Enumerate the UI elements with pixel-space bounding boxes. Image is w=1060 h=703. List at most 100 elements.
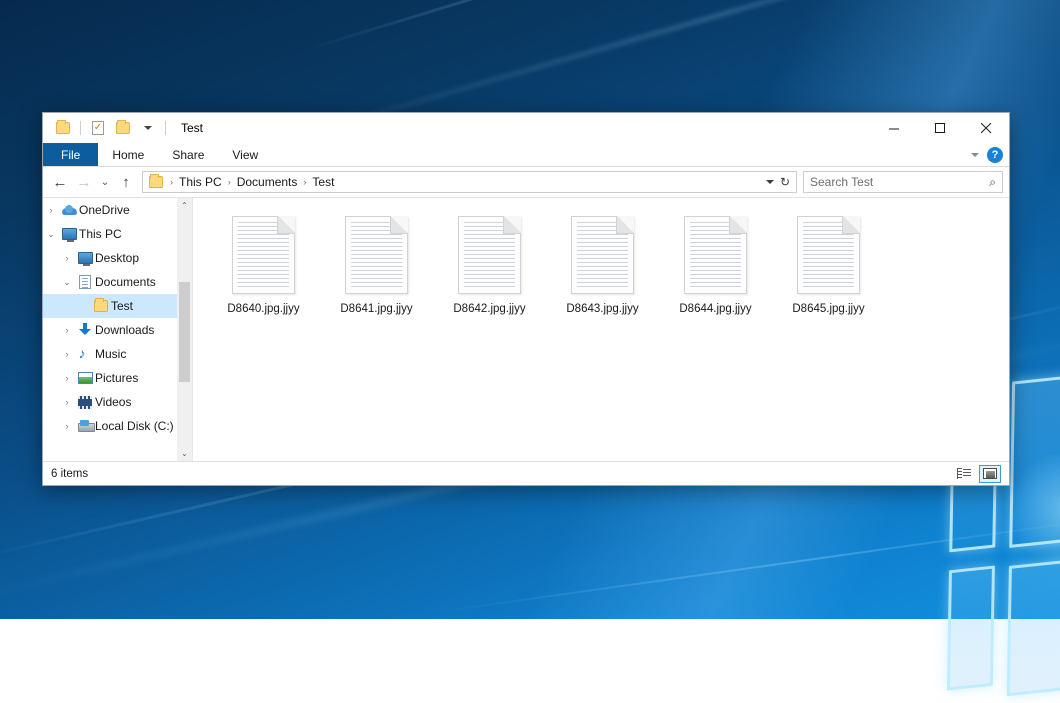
- sidebar-item-this-pc[interactable]: ⌄This PC: [43, 222, 192, 246]
- tab-home[interactable]: Home: [98, 143, 158, 166]
- help-button[interactable]: ?: [987, 147, 1003, 163]
- search-input[interactable]: [810, 175, 989, 189]
- search-icon: ⌕: [989, 175, 996, 190]
- sidebar-item-test[interactable]: Test: [43, 294, 192, 318]
- navigation-tree: ›OneDrive⌄This PC › Desktop ⌄ Documents Test ›…: [43, 198, 192, 438]
- scroll-down-arrow-icon[interactable]: ⌄: [177, 446, 192, 461]
- sidebar-item-label: Local Disk (C:): [95, 419, 174, 433]
- monitor-icon: [75, 252, 95, 264]
- sidebar-item-downloads[interactable]: › Downloads: [43, 318, 192, 342]
- window-controls: [871, 113, 1009, 143]
- expander-icon[interactable]: ›: [59, 397, 75, 407]
- file-item[interactable]: D8645.jpg.jjyy: [772, 212, 885, 315]
- expander-icon[interactable]: ⌄: [43, 229, 59, 240]
- disk-icon: [75, 420, 95, 432]
- file-grid: D8640.jpg.jjyy D8641.jpg.jjyy D8642.jpg.jj…: [207, 212, 1009, 315]
- sidebar-item-label: Downloads: [95, 323, 154, 337]
- sidebar-item-label: Documents: [95, 275, 156, 289]
- properties-icon[interactable]: ✓: [88, 118, 108, 138]
- windows-logo-pane: [1007, 556, 1060, 696]
- chevron-down-icon[interactable]: [138, 118, 158, 138]
- file-item[interactable]: D8641.jpg.jjyy: [320, 212, 433, 315]
- expander-icon[interactable]: ›: [59, 421, 75, 431]
- document-file-icon: [684, 216, 747, 294]
- breadcrumb-item-test[interactable]: Test: [309, 175, 337, 189]
- file-list-pane[interactable]: D8640.jpg.jjyy D8641.jpg.jjyy D8642.jpg.jj…: [193, 198, 1009, 461]
- title-bar: ✓ Test: [43, 113, 1009, 143]
- chevron-down-icon[interactable]: [971, 153, 979, 157]
- file-item[interactable]: D8640.jpg.jjyy: [207, 212, 320, 315]
- breadcrumb-item-this-pc[interactable]: This PC: [176, 175, 225, 189]
- large-icons-view-button[interactable]: [979, 465, 1001, 483]
- toolbar-separator: [80, 121, 81, 135]
- sidebar-item-onedrive[interactable]: ›OneDrive: [43, 198, 192, 222]
- file-item[interactable]: D8643.jpg.jjyy: [546, 212, 659, 315]
- sidebar-item-pictures[interactable]: › Pictures: [43, 366, 192, 390]
- sidebar-item-documents[interactable]: ⌄ Documents: [43, 270, 192, 294]
- folder-icon: [149, 176, 163, 188]
- breadcrumb-separator: ›: [227, 177, 232, 187]
- refresh-icon[interactable]: ↻: [780, 175, 790, 189]
- details-view-button[interactable]: [953, 465, 975, 483]
- windows-logo-pane: [1009, 372, 1060, 548]
- cloud-icon: [59, 205, 79, 215]
- file-item[interactable]: D8644.jpg.jjyy: [659, 212, 772, 315]
- windows-logo-pane: [947, 565, 995, 690]
- document-icon: [75, 275, 95, 289]
- status-bar: 6 items: [43, 461, 1009, 485]
- document-file-icon: [571, 216, 634, 294]
- tab-file[interactable]: File: [43, 143, 98, 166]
- expander-icon[interactable]: ›: [43, 205, 59, 215]
- file-item[interactable]: D8642.jpg.jjyy: [433, 212, 546, 315]
- ribbon-right-controls: ?: [971, 143, 1003, 167]
- minimize-button[interactable]: [871, 113, 917, 143]
- file-name-label: D8641.jpg.jjyy: [340, 303, 412, 315]
- scroll-up-arrow-icon[interactable]: ⌃: [177, 198, 192, 213]
- breadcrumb[interactable]: › This PC › Documents › Test ↻: [142, 171, 797, 193]
- recent-locations-button[interactable]: ⌄: [97, 171, 113, 193]
- sidebar-item-label: Test: [111, 299, 133, 313]
- view-mode-buttons: [953, 465, 1001, 483]
- chevron-down-icon[interactable]: [766, 180, 774, 184]
- sidebar-item-label: Desktop: [95, 251, 139, 265]
- sidebar-item-videos[interactable]: ›Videos: [43, 390, 192, 414]
- expander-icon[interactable]: ›: [59, 253, 75, 263]
- ribbon-tab-bar: File Home Share View ?: [43, 143, 1009, 167]
- maximize-button[interactable]: [917, 113, 963, 143]
- picture-icon: [75, 372, 95, 384]
- expander-icon[interactable]: ›: [59, 325, 75, 335]
- expander-icon[interactable]: ⌄: [59, 277, 75, 288]
- sidebar-item-desktop[interactable]: › Desktop: [43, 246, 192, 270]
- sidebar-item-music[interactable]: ›♪Music: [43, 342, 192, 366]
- scrollbar-thumb[interactable]: [179, 282, 190, 382]
- file-name-label: D8643.jpg.jjyy: [566, 303, 638, 315]
- file-name-label: D8642.jpg.jjyy: [453, 303, 525, 315]
- tab-view[interactable]: View: [218, 143, 272, 166]
- document-file-icon: [232, 216, 295, 294]
- file-name-label: D8645.jpg.jjyy: [792, 303, 864, 315]
- wallpaper-light-ray: [300, 0, 1060, 52]
- new-folder-icon[interactable]: [113, 118, 133, 138]
- address-bar: ← → ⌄ ↑ › This PC › Documents › Test ↻ ⌕: [43, 167, 1009, 197]
- expander-icon[interactable]: ›: [59, 349, 75, 359]
- breadcrumb-item-documents[interactable]: Documents: [234, 175, 301, 189]
- sidebar-item-label: Pictures: [95, 371, 138, 385]
- folder-icon: [91, 300, 111, 312]
- tab-share[interactable]: Share: [158, 143, 218, 166]
- sidebar-scrollbar[interactable]: ⌃ ⌄: [177, 198, 192, 461]
- download-icon: [75, 323, 95, 337]
- breadcrumb-separator: ›: [302, 177, 307, 187]
- search-box[interactable]: ⌕: [803, 171, 1003, 193]
- document-file-icon: [797, 216, 860, 294]
- sidebar-item-local-disk-c[interactable]: › Local Disk (C:): [43, 414, 192, 438]
- document-file-icon: [458, 216, 521, 294]
- forward-button[interactable]: →: [73, 171, 95, 193]
- window-body: ›OneDrive⌄This PC › Desktop ⌄ Documents Test ›…: [43, 197, 1009, 461]
- back-button[interactable]: ←: [49, 171, 71, 193]
- up-button[interactable]: ↑: [115, 171, 137, 193]
- expander-icon[interactable]: ›: [59, 373, 75, 383]
- close-button[interactable]: [963, 113, 1009, 143]
- folder-icon[interactable]: [53, 118, 73, 138]
- breadcrumb-right-controls: ↻: [766, 175, 792, 189]
- document-file-icon: [345, 216, 408, 294]
